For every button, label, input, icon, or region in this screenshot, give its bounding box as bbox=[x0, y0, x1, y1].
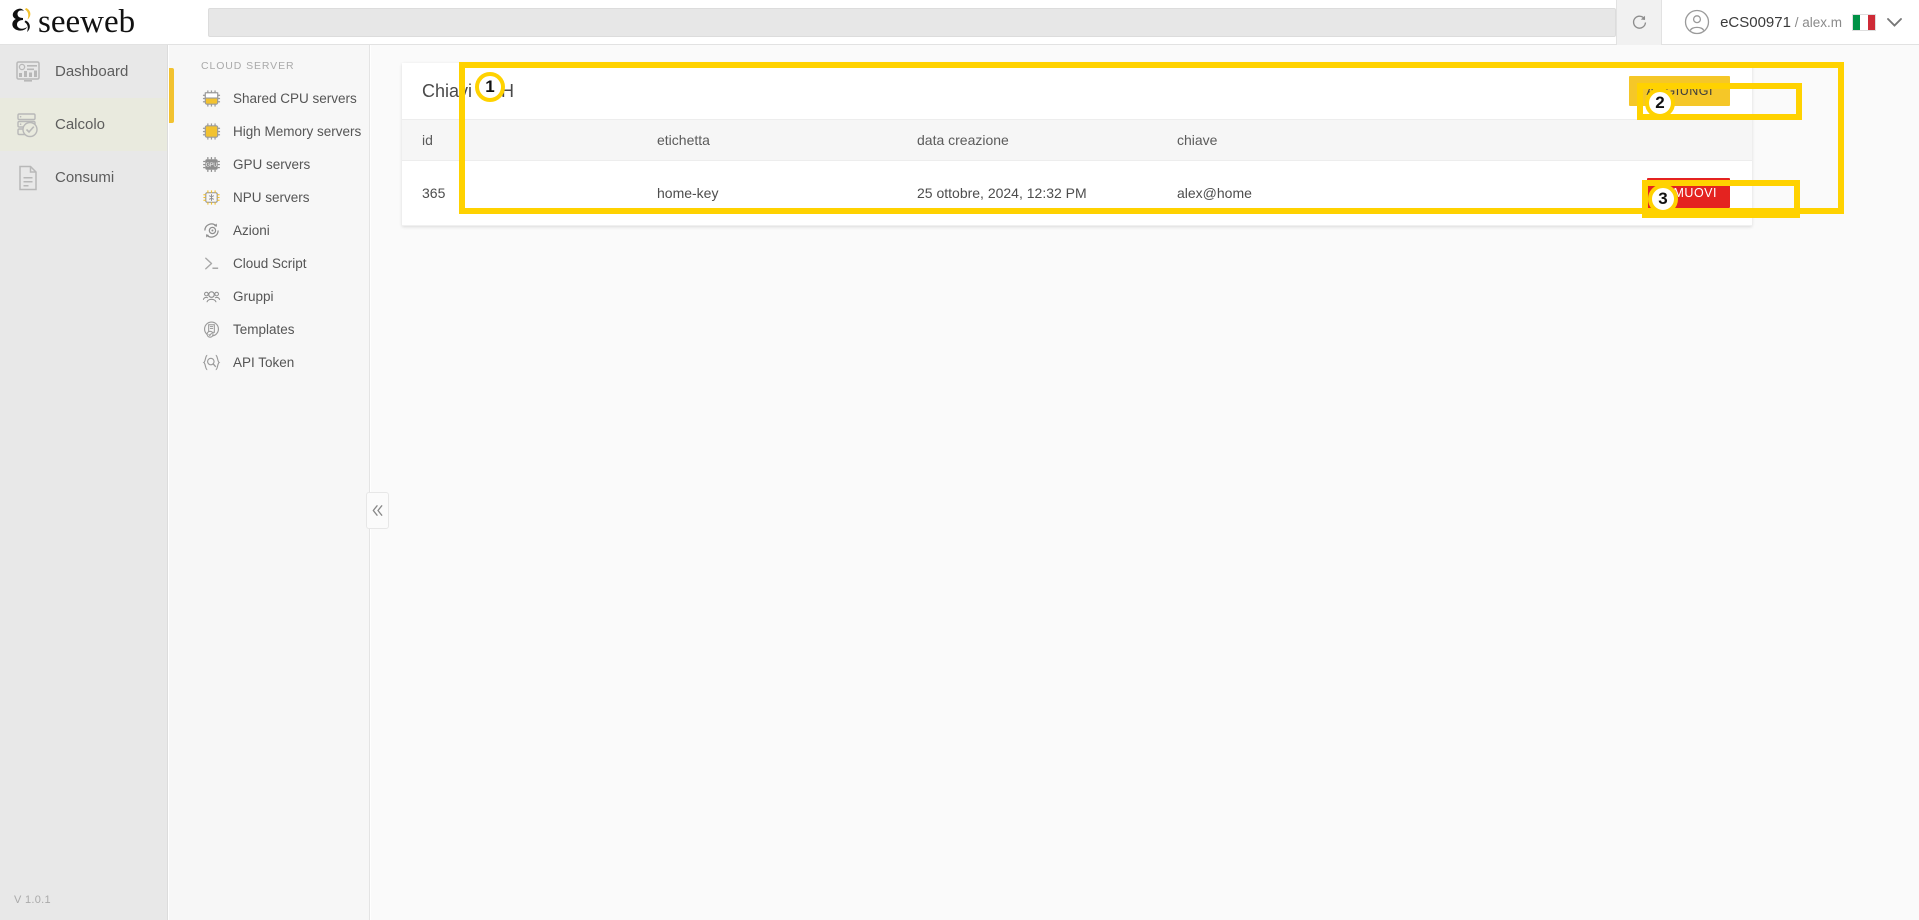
api-token-icon bbox=[201, 352, 222, 373]
sidebar-item-calcolo[interactable]: Calcolo bbox=[0, 98, 167, 151]
main-content: Chiavi SSH AGGIUNGI id etichetta data cr… bbox=[371, 45, 1919, 920]
cell-chiave: alex@home bbox=[1177, 160, 1597, 226]
app-version: V 1.0.1 bbox=[14, 894, 51, 906]
ssh-keys-card: Chiavi SSH AGGIUNGI id etichetta data cr… bbox=[402, 63, 1752, 226]
add-button[interactable]: AGGIUNGI bbox=[1629, 76, 1730, 106]
sidebar-item-npu-servers[interactable]: NPU servers bbox=[169, 181, 369, 214]
template-check-icon bbox=[201, 319, 222, 340]
sidebar-item-gpu-servers[interactable]: GPU GPU servers bbox=[169, 148, 369, 181]
column-header-id[interactable]: id bbox=[402, 119, 657, 161]
gpu-chip-icon: GPU bbox=[201, 154, 222, 175]
sidebar-item-api-token[interactable]: API Token bbox=[169, 346, 369, 379]
account-separator: / bbox=[1790, 14, 1803, 30]
gear-refresh-icon bbox=[201, 220, 222, 241]
ssh-keys-table-head: id etichetta data creazione chiave bbox=[402, 119, 1752, 161]
top-bar: seeweb eCS00971 / alex.m bbox=[0, 0, 1919, 45]
table-row: 365 home-key 25 ottobre, 2024, 12:32 PM … bbox=[402, 160, 1752, 226]
search-input[interactable] bbox=[219, 14, 1606, 30]
table-header-row: id etichetta data creazione chiave bbox=[402, 119, 1752, 161]
double-chevron-left-icon bbox=[372, 505, 383, 516]
italy-flag-icon[interactable] bbox=[1852, 13, 1876, 31]
cell-actions: RIMUOVI bbox=[1597, 160, 1752, 226]
remove-button[interactable]: RIMUOVI bbox=[1647, 178, 1730, 208]
sidebar-item-shared-cpu-servers-label: Shared CPU servers bbox=[233, 91, 357, 106]
sidebar-item-cloud-script-label: Cloud Script bbox=[233, 256, 307, 271]
sidebar-item-gruppi-label: Gruppi bbox=[233, 289, 274, 304]
refresh-icon bbox=[1632, 15, 1646, 29]
cell-etichetta: home-key bbox=[657, 160, 917, 226]
ssh-keys-table-body: 365 home-key 25 ottobre, 2024, 12:32 PM … bbox=[402, 160, 1752, 226]
column-header-data-creazione[interactable]: data creazione bbox=[917, 119, 1177, 161]
primary-sidebar: Dashboard Calcolo Consumi V 1.0.1 bbox=[0, 45, 168, 920]
ssh-keys-table: id etichetta data creazione chiave 365 h… bbox=[402, 119, 1752, 226]
account-label: eCS00971 / alex.m bbox=[1720, 14, 1842, 31]
document-icon bbox=[14, 164, 42, 192]
sidebar-item-azioni-label: Azioni bbox=[233, 223, 270, 238]
ssh-keys-card-header: Chiavi SSH AGGIUNGI bbox=[402, 63, 1752, 119]
column-header-etichetta[interactable]: etichetta bbox=[657, 119, 917, 161]
refresh-button[interactable] bbox=[1616, 0, 1663, 45]
sidebar-item-gpu-servers-label: GPU servers bbox=[233, 157, 311, 172]
column-header-actions bbox=[1597, 119, 1752, 161]
user-avatar-icon bbox=[1684, 9, 1710, 35]
sidebar-item-gruppi[interactable]: Gruppi bbox=[169, 280, 369, 313]
search-bar-container bbox=[168, 0, 1663, 45]
active-section-marker bbox=[169, 68, 174, 123]
seeweb-logo[interactable]: seeweb bbox=[0, 0, 168, 45]
account-user: alex.m bbox=[1802, 14, 1842, 30]
sidebar-item-consumi-label: Consumi bbox=[55, 169, 115, 186]
sidebar-item-templates-label: Templates bbox=[233, 322, 295, 337]
sidebar-item-calcolo-label: Calcolo bbox=[55, 116, 106, 133]
account-id: eCS00971 bbox=[1720, 13, 1791, 31]
terminal-icon bbox=[201, 253, 222, 274]
cpu-chip-half-icon bbox=[201, 88, 222, 109]
chevron-down-icon[interactable] bbox=[1886, 17, 1903, 28]
sidebar-item-templates[interactable]: Templates bbox=[169, 313, 369, 346]
npu-chip-icon bbox=[201, 187, 222, 208]
cpu-chip-full-icon bbox=[201, 121, 222, 142]
users-group-icon bbox=[201, 286, 222, 307]
page-title: Chiavi SSH bbox=[422, 80, 515, 101]
sidebar-item-dashboard-label: Dashboard bbox=[55, 63, 129, 80]
server-check-icon bbox=[14, 111, 42, 139]
dashboard-icon bbox=[14, 58, 42, 86]
sidebar-collapse-button[interactable] bbox=[366, 492, 389, 529]
section-title-cloud-server: CLOUD SERVER bbox=[201, 60, 295, 72]
sidebar-item-cloud-script[interactable]: Cloud Script bbox=[169, 247, 369, 280]
sidebar-item-npu-servers-label: NPU servers bbox=[233, 190, 310, 205]
sidebar-item-high-memory-servers-label: High Memory servers bbox=[233, 124, 362, 139]
secondary-sidebar: CLOUD SERVER Shared CPU servers High Mem… bbox=[169, 45, 370, 920]
sidebar-item-high-memory-servers[interactable]: High Memory servers bbox=[169, 115, 369, 148]
sidebar-item-dashboard[interactable]: Dashboard bbox=[0, 45, 167, 98]
seeweb-logo-icon: seeweb bbox=[12, 4, 135, 40]
account-menu[interactable]: eCS00971 / alex.m bbox=[1662, 0, 1919, 45]
sidebar-item-shared-cpu-servers[interactable]: Shared CPU servers bbox=[169, 82, 369, 115]
svg-text:GPU: GPU bbox=[206, 163, 218, 169]
column-header-chiave[interactable]: chiave bbox=[1177, 119, 1597, 161]
sidebar-item-api-token-label: API Token bbox=[233, 355, 295, 370]
search-box[interactable] bbox=[208, 7, 1617, 37]
cell-data-creazione: 25 ottobre, 2024, 12:32 PM bbox=[917, 160, 1177, 226]
sidebar-item-consumi[interactable]: Consumi bbox=[0, 151, 167, 204]
svg-text:seeweb: seeweb bbox=[38, 4, 135, 40]
cell-id: 365 bbox=[402, 160, 657, 226]
sidebar-item-azioni[interactable]: Azioni bbox=[169, 214, 369, 247]
